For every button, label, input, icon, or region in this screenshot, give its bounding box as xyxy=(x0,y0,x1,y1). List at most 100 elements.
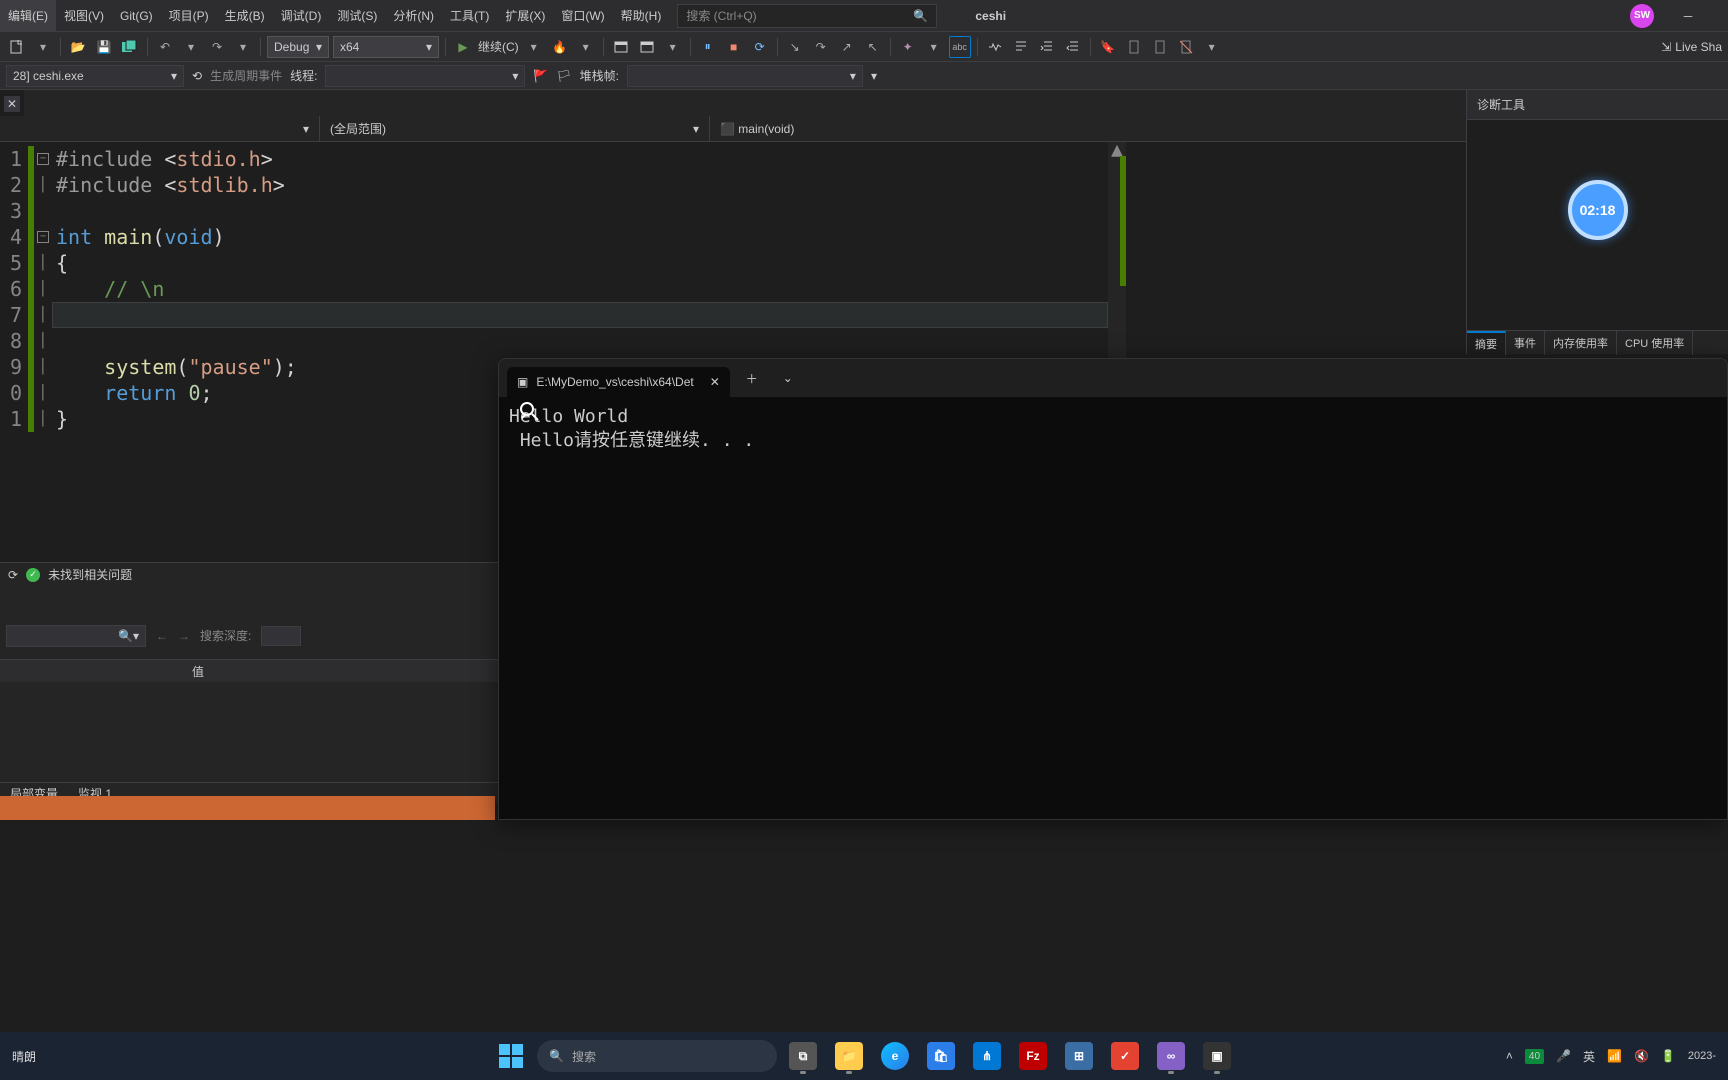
tray-overflow-icon[interactable]: ˄ xyxy=(1506,1049,1513,1063)
outdent-button[interactable] xyxy=(1062,36,1084,58)
diag-tab-summary[interactable]: 摘要 xyxy=(1467,331,1506,355)
terminal-tab-close-icon[interactable]: ✕ xyxy=(710,375,720,389)
comment-button[interactable] xyxy=(1010,36,1032,58)
app-vscode[interactable]: ⋔ xyxy=(967,1036,1007,1076)
issues-icon[interactable]: ⟳ xyxy=(8,568,18,582)
diag-tab-cpu[interactable]: CPU 使用率 xyxy=(1617,331,1693,355)
hot-reload-dropdown[interactable]: ▾ xyxy=(575,36,597,58)
menu-window[interactable]: 窗口(W) xyxy=(553,0,612,32)
step-into-button[interactable]: ↘ xyxy=(784,36,806,58)
config-dropdown[interactable]: Debug▾ xyxy=(267,36,329,58)
app-edge[interactable]: e xyxy=(875,1036,915,1076)
weather-widget[interactable]: 晴朗 xyxy=(0,1048,48,1065)
windows-taskbar[interactable]: 晴朗 🔍 搜索 ⧉ 📁 e 🛍 ⋔ Fz ⊞ ✓ ∞ ▣ ˄ 40 🎤 英 📶 … xyxy=(0,1032,1728,1080)
menu-git[interactable]: Git(G) xyxy=(112,0,161,32)
nav-fwd-icon[interactable]: → xyxy=(178,629,190,643)
step-back-button[interactable]: ↖ xyxy=(862,36,884,58)
global-search[interactable]: 搜索 (Ctrl+Q) 🔍 xyxy=(677,4,937,28)
cycle-frame-icon[interactable]: ⟲ xyxy=(192,69,202,83)
toggle-outline-icon[interactable] xyxy=(984,36,1006,58)
depth-dropdown[interactable] xyxy=(261,626,301,646)
nav-scope-dropdown[interactable]: (全局范围)▾ xyxy=(320,116,710,142)
new-item-button[interactable] xyxy=(6,36,28,58)
app-filezilla[interactable]: Fz xyxy=(1013,1036,1053,1076)
abc-format-button[interactable]: abc xyxy=(949,36,971,58)
thread-dropdown[interactable]: ▾ xyxy=(325,65,525,87)
save-button[interactable]: 💾 xyxy=(93,36,115,58)
save-all-button[interactable] xyxy=(119,36,141,58)
nav-back-icon[interactable]: ← xyxy=(156,629,168,643)
hot-reload-button[interactable]: 🔥 xyxy=(549,36,571,58)
nav-project-dropdown[interactable]: ▾ xyxy=(0,116,320,142)
app-terminal[interactable]: ▣ xyxy=(1197,1036,1237,1076)
terminal-window[interactable]: ▣ E:\MyDemo_vs\ceshi\x64\Det ✕ ＋ ⌄ Hello… xyxy=(498,358,1728,820)
tray-temp[interactable]: 40 xyxy=(1525,1049,1544,1064)
menu-help[interactable]: 帮助(H) xyxy=(613,0,670,32)
terminal-output[interactable]: Hello World Hello请按任意键继续. . . xyxy=(499,397,1727,819)
bookmark-clear-button[interactable] xyxy=(1175,36,1197,58)
search-icon[interactable]: 🔍 xyxy=(118,629,133,643)
app-taskview[interactable]: ⧉ xyxy=(783,1036,823,1076)
user-avatar[interactable]: SW xyxy=(1630,4,1654,28)
debugbar-overflow[interactable]: ▾ xyxy=(871,69,877,83)
browser-select-2[interactable] xyxy=(636,36,658,58)
close-icon[interactable]: ✕ xyxy=(4,96,20,112)
terminal-tab[interactable]: ▣ E:\MyDemo_vs\ceshi\x64\Det ✕ xyxy=(507,367,730,397)
platform-dropdown[interactable]: x64▾ xyxy=(333,36,439,58)
live-share-button[interactable]: Live Sha xyxy=(1675,40,1722,54)
terminal-new-tab-button[interactable]: ＋ xyxy=(738,364,766,392)
restart-button[interactable]: ⟳ xyxy=(749,36,771,58)
browser-dropdown[interactable]: ▾ xyxy=(662,36,684,58)
menu-analyze[interactable]: 分析(N) xyxy=(385,0,442,32)
continue-button[interactable]: ▶ xyxy=(452,36,474,58)
open-file-button[interactable]: 📂 xyxy=(67,36,89,58)
menu-edit[interactable]: 编辑(E) xyxy=(0,0,56,32)
tray-clock[interactable]: 2023- xyxy=(1688,1050,1716,1063)
redo-button[interactable]: ↷ xyxy=(206,36,228,58)
stackframe-dropdown[interactable]: ▾ xyxy=(627,65,863,87)
taskbar-search[interactable]: 🔍 搜索 xyxy=(537,1040,777,1072)
browser-select[interactable] xyxy=(610,36,632,58)
search-dropdown-icon[interactable]: ▾ xyxy=(133,629,139,643)
continue-dropdown[interactable]: ▾ xyxy=(523,36,545,58)
step-out-button[interactable]: ↗ xyxy=(836,36,858,58)
menu-test[interactable]: 测试(S) xyxy=(329,0,385,32)
undo-dropdown[interactable]: ▾ xyxy=(180,36,202,58)
tray-battery-icon[interactable]: 🔋 xyxy=(1661,1049,1676,1063)
indent-button[interactable] xyxy=(1036,36,1058,58)
menu-build[interactable]: 生成(B) xyxy=(217,0,273,32)
terminal-tab-dropdown[interactable]: ⌄ xyxy=(774,364,802,392)
app-store[interactable]: 🛍 xyxy=(921,1036,961,1076)
start-button[interactable] xyxy=(491,1036,531,1076)
window-minimize[interactable]: ─ xyxy=(1668,0,1708,32)
app-todoist[interactable]: ✓ xyxy=(1105,1036,1145,1076)
undo-button[interactable]: ↶ xyxy=(154,36,176,58)
menu-debug[interactable]: 调试(D) xyxy=(273,0,330,32)
diag-tab-memory[interactable]: 内存使用率 xyxy=(1545,331,1617,355)
tray-volume-icon[interactable]: 🔇 xyxy=(1634,1049,1649,1063)
fold-column[interactable]: −│ −│││││││ xyxy=(34,142,52,562)
terminal-titlebar[interactable]: ▣ E:\MyDemo_vs\ceshi\x64\Det ✕ ＋ ⌄ xyxy=(499,359,1727,397)
editor-tab-close[interactable]: ✕ xyxy=(0,90,24,116)
app-visualstudio[interactable]: ∞ xyxy=(1151,1036,1191,1076)
app-explorer[interactable]: 📁 xyxy=(829,1036,869,1076)
tray-ime[interactable]: 英 xyxy=(1583,1048,1595,1065)
menu-tools[interactable]: 工具(T) xyxy=(442,0,497,32)
tray-mic-icon[interactable]: 🎤 xyxy=(1556,1049,1571,1063)
new-item-dropdown[interactable]: ▾ xyxy=(32,36,54,58)
intellicode-dropdown[interactable]: ▾ xyxy=(923,36,945,58)
system-tray[interactable]: ˄ 40 🎤 英 📶 🔇 🔋 2023- xyxy=(1506,1048,1728,1065)
redo-dropdown[interactable]: ▾ xyxy=(232,36,254,58)
thread-flag2-icon[interactable]: 🏳 xyxy=(556,69,571,83)
tray-wifi-icon[interactable]: 📶 xyxy=(1607,1049,1622,1063)
stop-button[interactable]: ■ xyxy=(723,36,745,58)
menu-ext[interactable]: 扩展(X) xyxy=(497,0,553,32)
bookmark-next-button[interactable] xyxy=(1149,36,1171,58)
bookmark-prev-button[interactable] xyxy=(1123,36,1145,58)
pause-button[interactable]: ⏸ xyxy=(697,36,719,58)
search-input[interactable]: 🔍 ▾ xyxy=(6,625,146,647)
diag-tab-events[interactable]: 事件 xyxy=(1506,331,1545,355)
process-dropdown[interactable]: 28] ceshi.exe▾ xyxy=(6,65,184,87)
thread-flag-icon[interactable]: 🚩 xyxy=(533,69,548,83)
menu-view[interactable]: 视图(V) xyxy=(56,0,112,32)
